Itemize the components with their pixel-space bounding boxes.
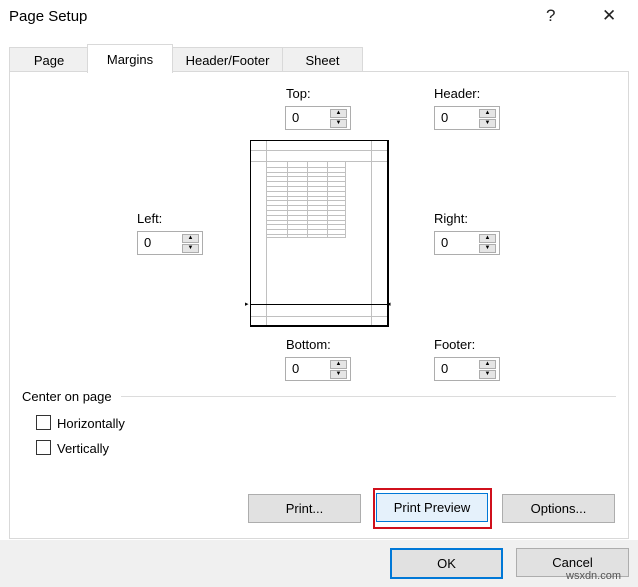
top-spinner[interactable]: 0 ▲ ▼ (285, 106, 351, 130)
bottom-spinner[interactable]: 0 ▲ ▼ (285, 357, 351, 381)
header-label: Header: (434, 86, 481, 101)
grid-row-line (267, 210, 345, 211)
down-arrow-icon[interactable]: ▼ (479, 244, 496, 253)
divider (121, 396, 616, 397)
footer-value[interactable]: 0 (441, 361, 448, 376)
page-preview (250, 140, 389, 327)
bottom-value[interactable]: 0 (292, 361, 299, 376)
right-value[interactable]: 0 (441, 235, 448, 250)
footer-label: Footer: (434, 337, 476, 352)
horizontally-label[interactable]: Horizontally (57, 416, 125, 431)
grid-row-line (267, 234, 345, 235)
dialog-title: Page Setup (9, 8, 88, 25)
grid-col-line (287, 162, 288, 237)
vertically-label[interactable]: Vertically (57, 441, 109, 456)
grid-row-line (267, 171, 345, 173)
up-arrow-icon[interactable]: ▲ (330, 109, 347, 118)
center-on-page-heading: Center on page (22, 389, 112, 404)
grid-row-line (267, 176, 345, 178)
grid-row-line (267, 181, 345, 183)
margin-marker-right-icon: ◂ (387, 301, 391, 308)
grid-row-line (267, 195, 345, 197)
vertically-checkbox[interactable] (36, 440, 51, 455)
down-arrow-icon[interactable]: ▼ (182, 244, 199, 253)
print-preview-button[interactable]: Print Preview (376, 493, 488, 522)
footer-spinner[interactable]: 0 ▲ ▼ (434, 357, 500, 381)
right-spinner[interactable]: 0 ▲ ▼ (434, 231, 500, 255)
grid-row-line (267, 166, 345, 168)
header-spinner[interactable]: 0 ▲ ▼ (434, 106, 500, 130)
left-label: Left: (137, 211, 163, 226)
options-button[interactable]: Options... (502, 494, 615, 523)
top-value[interactable]: 0 (292, 110, 299, 125)
grid-row-line (267, 205, 345, 207)
grid-row-line (267, 214, 345, 216)
preview-table (266, 161, 346, 238)
down-arrow-icon[interactable]: ▼ (330, 370, 347, 379)
tab-header-footer[interactable]: Header/Footer (171, 47, 284, 72)
header-value[interactable]: 0 (441, 110, 448, 125)
margin-marker-left-icon: ▸ (245, 301, 249, 308)
grid-row-line (267, 224, 345, 226)
down-arrow-icon[interactable]: ▼ (479, 370, 496, 379)
bottom-label: Bottom: (286, 337, 331, 352)
top-label: Top: (286, 86, 311, 101)
down-arrow-icon[interactable]: ▼ (330, 119, 347, 128)
help-button[interactable]: ? (546, 6, 555, 26)
left-spinner[interactable]: 0 ▲ ▼ (137, 231, 203, 255)
watermark: wsxdn.com (566, 570, 622, 582)
grid-col-line (327, 162, 328, 237)
up-arrow-icon[interactable]: ▲ (479, 360, 496, 369)
horizontally-checkbox[interactable] (36, 415, 51, 430)
grid-row-line (267, 186, 345, 187)
up-arrow-icon[interactable]: ▲ (479, 109, 496, 118)
grid-col-line (307, 162, 308, 237)
tab-margins[interactable]: Margins (87, 44, 173, 73)
close-button[interactable]: ✕ (602, 6, 616, 26)
grid-row-line (267, 229, 345, 231)
tab-sheet[interactable]: Sheet (282, 47, 363, 72)
down-arrow-icon[interactable]: ▼ (479, 119, 496, 128)
left-value[interactable]: 0 (144, 235, 151, 250)
grid-row-line (267, 190, 345, 192)
grid-row-line (267, 219, 345, 221)
up-arrow-icon[interactable]: ▲ (182, 234, 199, 243)
tab-page[interactable]: Page (9, 47, 89, 72)
right-label: Right: (434, 211, 468, 226)
grid-row-line (267, 200, 345, 202)
print-button[interactable]: Print... (248, 494, 361, 523)
up-arrow-icon[interactable]: ▲ (479, 234, 496, 243)
up-arrow-icon[interactable]: ▲ (330, 360, 347, 369)
ok-button[interactable]: OK (390, 548, 503, 579)
